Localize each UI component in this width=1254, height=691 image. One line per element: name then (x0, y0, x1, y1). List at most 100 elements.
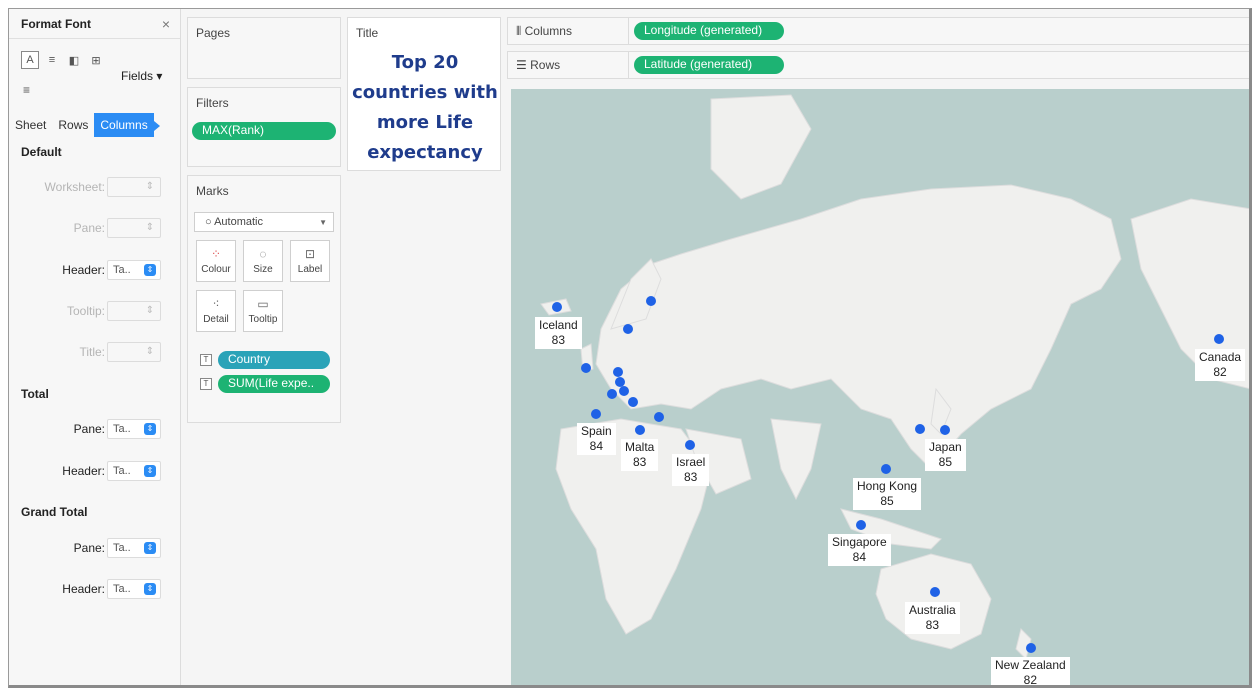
filters-card[interactable]: Filters MAX(Rank) (187, 87, 341, 167)
total-pane-row: Pane: Ta.. ⇕ (9, 419, 181, 439)
label-label: Label (297, 264, 323, 275)
header-font-select[interactable]: Ta.. ⇕ (107, 260, 161, 280)
latitude-pill[interactable]: Latitude (generated) (634, 56, 784, 74)
worksheet-row: Worksheet: ⇕ (9, 177, 181, 197)
columns-label-text: Columns (524, 24, 572, 38)
format-toolbar: A ≡ ◧ ⊞ (21, 51, 105, 69)
map-label-name: Japan (929, 440, 962, 454)
close-icon[interactable]: × (162, 16, 170, 32)
header-row: Header: Ta.. ⇕ (9, 260, 181, 280)
mark-type-value: ○ Automatic (205, 216, 264, 228)
dot-singapore[interactable] (856, 520, 866, 530)
filter-pill-max-rank[interactable]: MAX(Rank) (192, 122, 336, 140)
title-font-select[interactable]: ⇕ (107, 342, 161, 362)
detail-button[interactable]: ⁖ Detail (196, 290, 236, 332)
map-label-name: Canada (1199, 350, 1242, 364)
dot-france[interactable] (607, 389, 617, 399)
map-label-value: 83 (683, 470, 698, 484)
grand-pane-row: Pane: Ta.. ⇕ (9, 538, 181, 558)
dot-spain[interactable] (591, 409, 601, 419)
map-label-name: Singapore (832, 535, 887, 549)
size-label: Size (253, 264, 273, 275)
map-view[interactable]: Iceland 83 Canada 82 Spain 84 Malta 83 Israe… (511, 89, 1251, 685)
lines-format-icon[interactable]: ≡ (23, 83, 30, 97)
dot-sweden[interactable] (646, 296, 656, 306)
mark-type-dropdown[interactable]: ○ Automatic ▼ (194, 212, 334, 232)
format-pane-title: Format Font (21, 16, 91, 31)
map-label-value: 84 (589, 439, 604, 453)
tableau-window: Format Font × A ≡ ◧ ⊞ Fields ▾ ≡ Sheet R… (8, 8, 1252, 688)
detail-icon: ⁖ (212, 297, 220, 311)
total-header-row: Header: Ta.. ⇕ (9, 461, 181, 481)
grand-header-label: Header: (62, 582, 105, 596)
stepper-icon: ⇕ (145, 346, 155, 357)
country-pill[interactable]: Country (218, 351, 330, 369)
tooltip-icon: ▭ (257, 297, 269, 311)
rows-shelf[interactable]: ☰ Rows Latitude (generated) (507, 51, 1249, 79)
shading-format-icon[interactable]: ◧ (65, 51, 83, 69)
grand-header-font-select[interactable]: Ta.. ⇕ (107, 579, 161, 599)
borders-format-icon[interactable]: ⊞ (87, 51, 105, 69)
dot-norway[interactable] (623, 324, 633, 334)
label-button[interactable]: ⊡ Label (290, 240, 330, 282)
tooltip-font-select[interactable]: ⇕ (107, 301, 161, 321)
map-label-new-zealand: New Zealand 82 (991, 657, 1070, 685)
rows-label-text: Rows (530, 58, 561, 72)
grand-header-font-value: Ta.. (113, 583, 131, 595)
font-format-icon[interactable]: A (21, 51, 39, 69)
fields-dropdown[interactable]: Fields ▾ (121, 69, 162, 83)
dot-ireland[interactable] (581, 363, 591, 373)
stepper-icon: ⇕ (144, 583, 156, 595)
tab-rows[interactable]: Rows (52, 113, 94, 137)
dot-malta[interactable] (635, 425, 645, 435)
tab-columns-label: Columns (100, 118, 148, 132)
mark-field-country[interactable]: T Country (200, 350, 330, 370)
filters-title: Filters (196, 96, 229, 110)
dot-luxembourg[interactable] (615, 377, 625, 387)
dot-israel[interactable] (685, 440, 695, 450)
dot-canada[interactable] (1214, 334, 1224, 344)
viz-title-line: expectancy (367, 142, 483, 163)
mark-field-life-expectancy[interactable]: T SUM(Life expe.. (200, 374, 330, 394)
viz-title[interactable]: Top 20 countries with more Life expectan… (348, 48, 502, 168)
label-icon: ⊡ (304, 247, 316, 261)
total-header-font-select[interactable]: Ta.. ⇕ (107, 461, 161, 481)
columns-shelf[interactable]: ⦀ Columns Longitude (generated) (507, 17, 1249, 45)
dot-australia[interactable] (930, 587, 940, 597)
stepper-icon: ⇕ (144, 423, 156, 435)
alignment-format-icon[interactable]: ≡ (43, 51, 61, 69)
size-button[interactable]: ◌ Size (243, 240, 283, 282)
tooltip-button[interactable]: ▭ Tooltip (243, 290, 283, 332)
pages-card[interactable]: Pages (187, 17, 341, 79)
detail-label: Detail (203, 314, 229, 325)
total-pane-font-select[interactable]: Ta.. ⇕ (107, 419, 161, 439)
tab-columns[interactable]: Columns (94, 113, 160, 137)
worksheet-label: Worksheet: (44, 180, 105, 194)
viz-title-line: more Life (376, 112, 474, 133)
pane-row: Pane: ⇕ (9, 218, 181, 238)
dot-greece[interactable] (654, 412, 664, 422)
grand-header-row: Header: Ta.. ⇕ (9, 579, 181, 599)
marks-card: Marks ○ Automatic ▼ ⁘ Colour ◌ Size ⊡ La… (187, 175, 341, 423)
total-pane-label: Pane: (73, 422, 105, 436)
longitude-pill[interactable]: Longitude (generated) (634, 22, 784, 40)
dot-italy[interactable] (628, 397, 638, 407)
life-expectancy-pill[interactable]: SUM(Life expe.. (218, 375, 330, 393)
pane-label: Pane: (73, 221, 105, 235)
pane-font-select[interactable]: ⇕ (107, 218, 161, 238)
dot-japan[interactable] (940, 425, 950, 435)
dot-new-zealand[interactable] (1026, 643, 1036, 653)
dot-iceland[interactable] (552, 302, 562, 312)
dot-netherlands[interactable] (613, 367, 623, 377)
grand-pane-font-select[interactable]: Ta.. ⇕ (107, 538, 161, 558)
map-label-hong-kong: Hong Kong 85 (853, 478, 922, 510)
map-label-value: 82 (1213, 365, 1227, 379)
world-map[interactable] (511, 89, 1251, 685)
dot-hong-kong[interactable] (881, 464, 891, 474)
colour-button[interactable]: ⁘ Colour (196, 240, 236, 282)
worksheet-font-select[interactable]: ⇕ (107, 177, 161, 197)
dot-switzerland[interactable] (619, 386, 629, 396)
map-label-australia: Australia 83 (905, 602, 960, 634)
dot-south-korea[interactable] (915, 424, 925, 434)
tab-sheet[interactable]: Sheet (9, 113, 52, 137)
